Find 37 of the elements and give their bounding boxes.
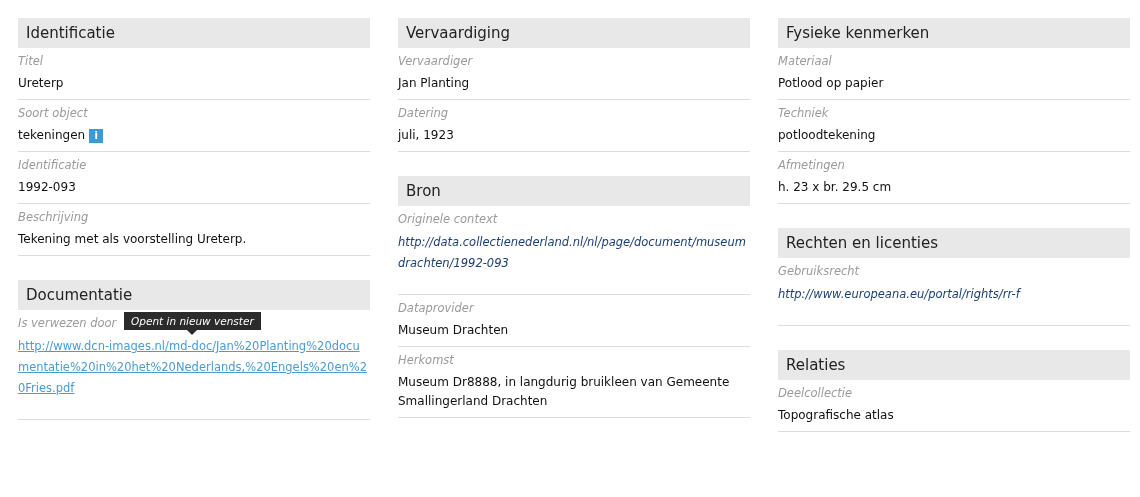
field-value: tekeningen	[18, 127, 86, 144]
field-label: Afmetingen	[778, 158, 845, 172]
section-header: Vervaardiging	[398, 18, 750, 48]
field-label: Herkomst	[398, 353, 454, 367]
url-link[interactable]: http://data.collectienederland.nl/nl/page/document/museumdrachten/1992-093	[398, 232, 750, 274]
field-value: Museum Drachten	[398, 322, 509, 339]
tooltip: Opent in nieuw venster	[124, 312, 261, 335]
field-label: Is verwezen door	[18, 316, 117, 330]
field-label: Titel	[18, 54, 43, 68]
section-header: Bron	[398, 176, 750, 206]
field-value: potloodtekening	[778, 127, 876, 144]
field-label: Soort object	[18, 106, 88, 120]
section-header: Identificatie	[18, 18, 370, 48]
field-value: juli, 1923	[398, 127, 454, 144]
field-label: Deelcollectie	[778, 386, 853, 400]
field-label: Techniek	[778, 106, 829, 120]
field-label: Beschrijving	[18, 210, 89, 224]
field-value: Topografische atlas	[778, 407, 894, 424]
field-value: 1992-093	[18, 179, 76, 196]
field-label: Datering	[398, 106, 448, 120]
field-label: Materiaal	[778, 54, 832, 68]
field-value: Potlood op papier	[778, 75, 884, 92]
field-value: Ureterp	[18, 75, 64, 92]
field-label: Identificatie	[18, 158, 87, 172]
section-header: Relaties	[778, 350, 1130, 380]
field-value: Jan Planting	[398, 75, 470, 92]
field-label: Gebruiksrecht	[778, 264, 860, 278]
field-value: Museum Dr8888, in langdurig bruikleen van Gemeente Smallingerland Drachten	[398, 374, 731, 410]
url-link[interactable]: http://www.europeana.eu/portal/rights/rr-f	[778, 284, 1020, 305]
section-header: Documentatie	[18, 280, 370, 310]
field-label: Dataprovider	[398, 301, 474, 315]
field-label: Originele context	[398, 212, 498, 226]
field-value: Tekening met als voorstelling Ureterp.	[18, 231, 247, 248]
field-value: h. 23 x br. 29.5 cm	[778, 179, 892, 196]
section-header: Fysieke kenmerken	[778, 18, 1130, 48]
section-header: Rechten en licenties	[778, 228, 1130, 258]
field-label: Vervaardiger	[398, 54, 473, 68]
